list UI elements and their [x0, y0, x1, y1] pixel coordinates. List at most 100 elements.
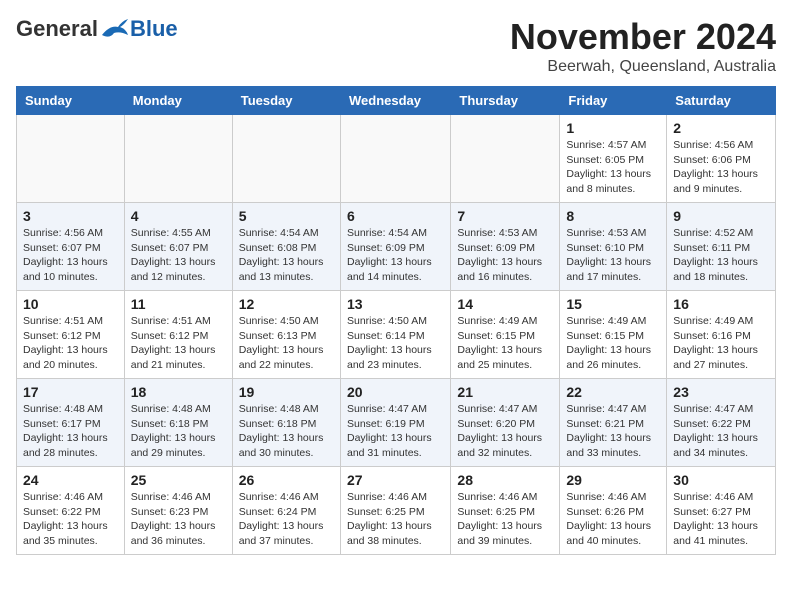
- calendar-day-cell: 28Sunrise: 4:46 AM Sunset: 6:25 PM Dayli…: [451, 467, 560, 555]
- calendar-day-cell: 25 Sunrise: 4:46 AM Sunset: 6:23 PM Dayli…: [124, 467, 232, 555]
- day-info: Sunrise: 4:46 AM Sunset: 6:27 PM Dayligh…: [673, 490, 769, 549]
- calendar-day-cell: 8 Sunrise: 4:53 AM Sunset: 6:10 PM Daylig…: [560, 203, 667, 291]
- logo-blue-text: Blue: [130, 16, 178, 42]
- day-number: 14: [457, 296, 553, 312]
- logo-bird-icon: [100, 17, 130, 41]
- title-area: November 2024 Beerwah, Queensland, Austr…: [510, 16, 776, 76]
- weekday-header-monday: Monday: [124, 87, 232, 115]
- calendar-day-cell: 30 Sunrise: 4:46 AM Sunset: 6:27 PM Dayli…: [667, 467, 776, 555]
- page-header: General Blue November 2024 Beerwah, Quee…: [16, 16, 776, 76]
- day-number: 25: [131, 472, 226, 488]
- day-info: Sunrise: 4:47 AM Sunset: 6:19 PM Dayligh…: [347, 402, 444, 461]
- day-info: Sunrise: 4:46 AM Sunset: 6:25 PM Dayligh…: [347, 490, 444, 549]
- day-number: 22: [566, 384, 660, 400]
- logo-general-text: General: [16, 16, 98, 42]
- weekday-header-friday: Friday: [560, 87, 667, 115]
- day-info: Sunrise: 4:48 AM Sunset: 6:17 PM Dayligh…: [23, 402, 118, 461]
- day-number: 9: [673, 208, 769, 224]
- day-number: 16: [673, 296, 769, 312]
- calendar-week-row: 17Sunrise: 4:48 AM Sunset: 6:17 PM Dayli…: [17, 379, 776, 467]
- weekday-header-saturday: Saturday: [667, 87, 776, 115]
- day-info: Sunrise: 4:48 AM Sunset: 6:18 PM Dayligh…: [131, 402, 226, 461]
- calendar-week-row: 3 Sunrise: 4:56 AM Sunset: 6:07 PM Daylig…: [17, 203, 776, 291]
- calendar-day-cell: 7Sunrise: 4:53 AM Sunset: 6:09 PM Daylig…: [451, 203, 560, 291]
- calendar-day-cell: 23 Sunrise: 4:47 AM Sunset: 6:22 PM Dayli…: [667, 379, 776, 467]
- day-info: Sunrise: 4:53 AM Sunset: 6:09 PM Dayligh…: [457, 226, 553, 285]
- day-number: 4: [131, 208, 226, 224]
- weekday-header-thursday: Thursday: [451, 87, 560, 115]
- calendar-day-cell: 18Sunrise: 4:48 AM Sunset: 6:18 PM Dayli…: [124, 379, 232, 467]
- day-info: Sunrise: 4:51 AM Sunset: 6:12 PM Dayligh…: [131, 314, 226, 373]
- day-number: 11: [131, 296, 226, 312]
- day-number: 28: [457, 472, 553, 488]
- day-info: Sunrise: 4:49 AM Sunset: 6:15 PM Dayligh…: [457, 314, 553, 373]
- calendar-day-cell: 5 Sunrise: 4:54 AM Sunset: 6:08 PM Daylig…: [232, 203, 340, 291]
- day-info: Sunrise: 4:49 AM Sunset: 6:15 PM Dayligh…: [566, 314, 660, 373]
- day-info: Sunrise: 4:55 AM Sunset: 6:07 PM Dayligh…: [131, 226, 226, 285]
- calendar-week-row: 1Sunrise: 4:57 AM Sunset: 6:05 PM Daylig…: [17, 115, 776, 203]
- calendar-day-cell: 4 Sunrise: 4:55 AM Sunset: 6:07 PM Daylig…: [124, 203, 232, 291]
- calendar-table: SundayMondayTuesdayWednesdayThursdayFrid…: [16, 86, 776, 555]
- calendar-day-cell: 19Sunrise: 4:48 AM Sunset: 6:18 PM Dayli…: [232, 379, 340, 467]
- day-info: Sunrise: 4:54 AM Sunset: 6:09 PM Dayligh…: [347, 226, 444, 285]
- day-number: 21: [457, 384, 553, 400]
- day-info: Sunrise: 4:51 AM Sunset: 6:12 PM Dayligh…: [23, 314, 118, 373]
- day-info: Sunrise: 4:54 AM Sunset: 6:08 PM Dayligh…: [239, 226, 334, 285]
- calendar-day-cell: 29 Sunrise: 4:46 AM Sunset: 6:26 PM Dayli…: [560, 467, 667, 555]
- day-info: Sunrise: 4:56 AM Sunset: 6:06 PM Dayligh…: [673, 138, 769, 197]
- calendar-day-cell: 12 Sunrise: 4:50 AM Sunset: 6:13 PM Dayli…: [232, 291, 340, 379]
- weekday-header-wednesday: Wednesday: [340, 87, 450, 115]
- day-info: Sunrise: 4:50 AM Sunset: 6:13 PM Dayligh…: [239, 314, 334, 373]
- day-number: 6: [347, 208, 444, 224]
- calendar-day-cell: 9 Sunrise: 4:52 AM Sunset: 6:11 PM Daylig…: [667, 203, 776, 291]
- day-number: 8: [566, 208, 660, 224]
- calendar-day-cell: 24 Sunrise: 4:46 AM Sunset: 6:22 PM Dayli…: [17, 467, 125, 555]
- calendar-day-cell: 22 Sunrise: 4:47 AM Sunset: 6:21 PM Dayli…: [560, 379, 667, 467]
- day-number: 12: [239, 296, 334, 312]
- day-number: 30: [673, 472, 769, 488]
- day-number: 29: [566, 472, 660, 488]
- calendar-day-cell: 21 Sunrise: 4:47 AM Sunset: 6:20 PM Dayli…: [451, 379, 560, 467]
- weekday-header-sunday: Sunday: [17, 87, 125, 115]
- calendar-day-cell: 13 Sunrise: 4:50 AM Sunset: 6:14 PM Dayli…: [340, 291, 450, 379]
- calendar-day-cell: [232, 115, 340, 203]
- day-info: Sunrise: 4:47 AM Sunset: 6:21 PM Dayligh…: [566, 402, 660, 461]
- day-info: Sunrise: 4:46 AM Sunset: 6:22 PM Dayligh…: [23, 490, 118, 549]
- calendar-day-cell: [17, 115, 125, 203]
- calendar-day-cell: 10 Sunrise: 4:51 AM Sunset: 6:12 PM Dayli…: [17, 291, 125, 379]
- calendar-day-cell: 11 Sunrise: 4:51 AM Sunset: 6:12 PM Dayli…: [124, 291, 232, 379]
- day-info: Sunrise: 4:49 AM Sunset: 6:16 PM Dayligh…: [673, 314, 769, 373]
- day-number: 20: [347, 384, 444, 400]
- calendar-day-cell: 1Sunrise: 4:57 AM Sunset: 6:05 PM Daylig…: [560, 115, 667, 203]
- calendar-day-cell: 3 Sunrise: 4:56 AM Sunset: 6:07 PM Daylig…: [17, 203, 125, 291]
- day-info: Sunrise: 4:52 AM Sunset: 6:11 PM Dayligh…: [673, 226, 769, 285]
- day-info: Sunrise: 4:47 AM Sunset: 6:20 PM Dayligh…: [457, 402, 553, 461]
- day-number: 10: [23, 296, 118, 312]
- day-info: Sunrise: 4:53 AM Sunset: 6:10 PM Dayligh…: [566, 226, 660, 285]
- location-title: Beerwah, Queensland, Australia: [510, 58, 776, 76]
- calendar-day-cell: 27 Sunrise: 4:46 AM Sunset: 6:25 PM Dayli…: [340, 467, 450, 555]
- day-number: 19: [239, 384, 334, 400]
- day-info: Sunrise: 4:57 AM Sunset: 6:05 PM Dayligh…: [566, 138, 660, 197]
- calendar-week-row: 24 Sunrise: 4:46 AM Sunset: 6:22 PM Dayli…: [17, 467, 776, 555]
- day-info: Sunrise: 4:50 AM Sunset: 6:14 PM Dayligh…: [347, 314, 444, 373]
- weekday-header-tuesday: Tuesday: [232, 87, 340, 115]
- day-info: Sunrise: 4:47 AM Sunset: 6:22 PM Dayligh…: [673, 402, 769, 461]
- calendar-day-cell: 16 Sunrise: 4:49 AM Sunset: 6:16 PM Dayli…: [667, 291, 776, 379]
- calendar-day-cell: 26Sunrise: 4:46 AM Sunset: 6:24 PM Dayli…: [232, 467, 340, 555]
- day-number: 24: [23, 472, 118, 488]
- calendar-day-cell: 6 Sunrise: 4:54 AM Sunset: 6:09 PM Daylig…: [340, 203, 450, 291]
- day-info: Sunrise: 4:46 AM Sunset: 6:24 PM Dayligh…: [239, 490, 334, 549]
- day-number: 23: [673, 384, 769, 400]
- calendar-day-cell: 17Sunrise: 4:48 AM Sunset: 6:17 PM Dayli…: [17, 379, 125, 467]
- day-number: 27: [347, 472, 444, 488]
- day-number: 5: [239, 208, 334, 224]
- day-number: 13: [347, 296, 444, 312]
- calendar-week-row: 10 Sunrise: 4:51 AM Sunset: 6:12 PM Dayli…: [17, 291, 776, 379]
- day-info: Sunrise: 4:56 AM Sunset: 6:07 PM Dayligh…: [23, 226, 118, 285]
- calendar-day-cell: [451, 115, 560, 203]
- calendar-day-cell: 15Sunrise: 4:49 AM Sunset: 6:15 PM Dayli…: [560, 291, 667, 379]
- day-info: Sunrise: 4:46 AM Sunset: 6:23 PM Dayligh…: [131, 490, 226, 549]
- day-number: 3: [23, 208, 118, 224]
- day-info: Sunrise: 4:46 AM Sunset: 6:26 PM Dayligh…: [566, 490, 660, 549]
